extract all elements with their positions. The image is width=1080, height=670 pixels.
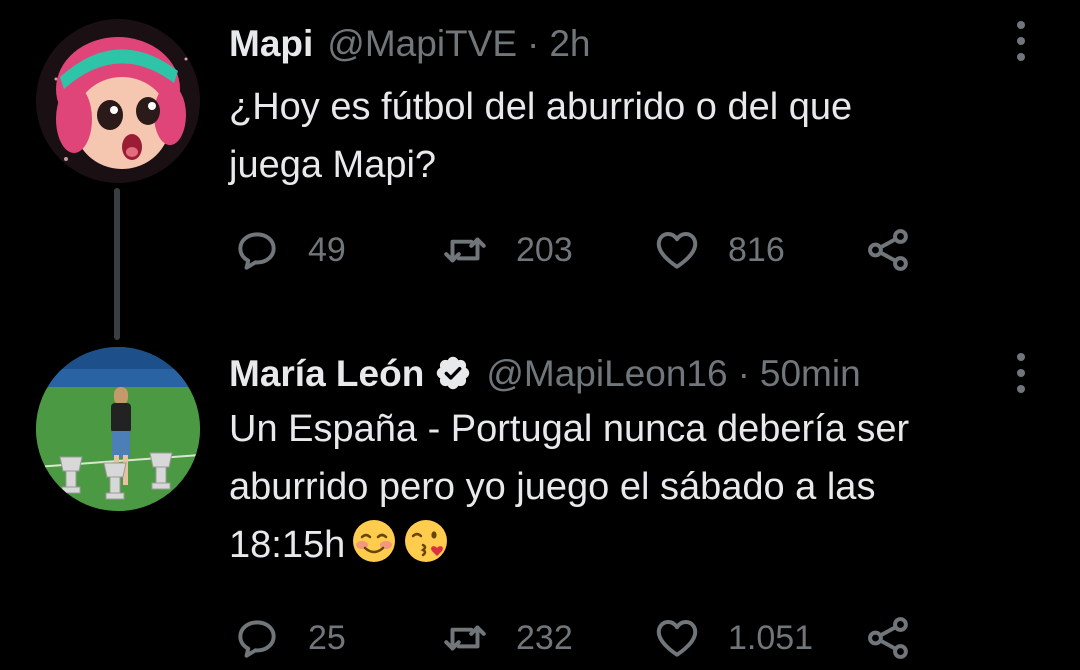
display-name[interactable]: Mapi xyxy=(229,23,313,65)
reply-icon xyxy=(238,620,276,658)
retweet-icon xyxy=(444,237,486,263)
user-handle[interactable]: @MapiTVE xyxy=(327,23,517,65)
share-icon xyxy=(868,617,908,659)
tweet-text-line: ¿Hoy es fútbol del aburrido o del que xyxy=(229,86,853,128)
tweet-header: María León @MapiLeon16 · 50min xyxy=(229,348,861,395)
verified-badge-icon xyxy=(437,356,470,390)
like-count: 816 xyxy=(728,230,785,269)
share-button[interactable] xyxy=(864,613,914,663)
tweet-text: ¿Hoy es fútbol del aburrido o del que ju… xyxy=(229,78,852,194)
reply-count: 49 xyxy=(308,230,346,269)
tweet[interactable]: Mapi @MapiTVE · 2h ¿Hoy es fútbol del ab… xyxy=(0,0,1080,335)
tweet-text-line-last: 18:15h xyxy=(229,516,909,581)
separator-dot: · xyxy=(737,353,750,394)
reply-count: 25 xyxy=(308,618,346,657)
tweet-text-line: 18:15h xyxy=(229,524,346,566)
smiling-face-blushed-emoji-icon xyxy=(351,518,397,581)
more-options-icon[interactable] xyxy=(1012,353,1030,393)
retweet-button[interactable]: 203 xyxy=(440,225,573,275)
tweet[interactable]: María León @MapiLeon16 · 50min Un España… xyxy=(0,335,1080,670)
more-options-icon[interactable] xyxy=(1012,21,1030,61)
retweet-count: 203 xyxy=(516,230,573,269)
reply-button[interactable]: 25 xyxy=(232,613,346,663)
retweet-icon xyxy=(444,625,486,651)
tweet-text-line: juega Mapi? xyxy=(229,144,437,186)
display-name[interactable]: María León xyxy=(229,353,424,395)
timestamp[interactable]: 2h xyxy=(549,23,590,65)
separator-dot: · xyxy=(527,23,540,64)
tweet-text: Un España - Portugal nunca debería ser a… xyxy=(229,400,909,581)
share-icon xyxy=(868,229,908,271)
tweet-header: Mapi @MapiTVE · 2h xyxy=(229,23,590,65)
like-button[interactable]: 1.051 xyxy=(652,613,813,663)
like-count: 1.051 xyxy=(728,618,814,657)
avatar[interactable] xyxy=(36,19,200,183)
user-handle[interactable]: @MapiLeon16 xyxy=(486,353,727,395)
like-button[interactable]: 816 xyxy=(652,225,785,275)
avatar[interactable] xyxy=(36,347,200,511)
reply-icon xyxy=(238,232,276,270)
heart-icon xyxy=(656,231,698,269)
cartoon-girl-avatar-image xyxy=(36,19,200,183)
tweet-text-line: Un España - Portugal nunca debería ser xyxy=(229,408,910,450)
reply-button[interactable]: 49 xyxy=(232,225,346,275)
share-button[interactable] xyxy=(864,225,914,275)
player-with-trophies-avatar-image xyxy=(36,347,200,511)
tweet-text-line: aburrido pero yo juego el sábado a las xyxy=(229,466,876,508)
heart-icon xyxy=(656,619,698,657)
timestamp[interactable]: 50min xyxy=(760,353,861,395)
retweet-count: 232 xyxy=(516,618,573,657)
face-blowing-kiss-emoji-icon xyxy=(403,518,449,581)
retweet-button[interactable]: 232 xyxy=(440,613,573,663)
